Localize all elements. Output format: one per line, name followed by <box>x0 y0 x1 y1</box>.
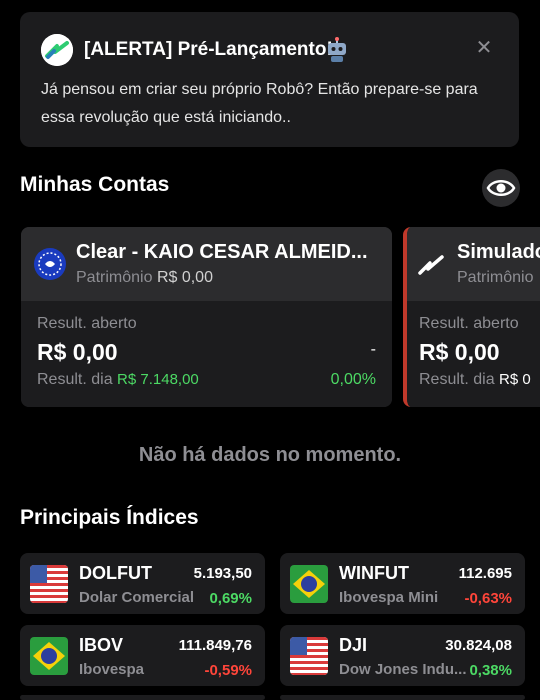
patrimonio-label: Patrimônio <box>457 269 534 286</box>
index-change: -0,63% <box>464 590 512 607</box>
index-card-dji[interactable]: DJI 30.824,08 Dow Jones Indu... 0,38% <box>280 625 525 686</box>
usa-flag-icon <box>290 637 328 675</box>
close-icon[interactable]: ✕ <box>472 36 496 60</box>
index-price: 112.695 <box>458 565 512 582</box>
index-name: Ibovespa <box>79 661 145 678</box>
index-price: 5.193,50 <box>193 565 252 582</box>
index-change: -0,59% <box>204 662 252 679</box>
result-dia-pct: 0,00% <box>330 371 376 388</box>
index-card-winfut[interactable]: WINFUT 112.695 Ibovespa Mini -0,63% <box>280 553 525 614</box>
index-name: Dolar Comercial <box>79 589 195 606</box>
broker-logo-icon <box>34 248 66 280</box>
indices-section-title: Principais Índices <box>20 506 199 529</box>
index-card-partial[interactable] <box>20 695 265 700</box>
visibility-toggle-button[interactable] <box>482 169 520 207</box>
index-change: 0,69% <box>209 590 252 607</box>
index-card-partial[interactable] <box>280 695 525 700</box>
account-card-header: Simulado Patrimônio <box>407 227 540 301</box>
alert-message: Já pensou em criar seu próprio Robô? Ent… <box>41 76 511 132</box>
result-aberto-value: R$ 0,00 <box>37 339 118 365</box>
account-name: Clear - KAIO CESAR ALMEID... <box>76 241 368 263</box>
index-change: 0,38% <box>469 662 512 679</box>
app-logo-icon <box>41 34 73 66</box>
simulado-logo-icon <box>418 255 444 275</box>
result-aberto-value: R$ 0,00 <box>419 339 500 365</box>
alert-banner[interactable]: [ALERTA] Pré-Lançamento! ✕ Já pensou em … <box>20 12 519 147</box>
account-card-body: Result. aberto R$ 0,00 - Result. dia R$ … <box>21 301 392 407</box>
index-symbol: WINFUT <box>339 563 409 583</box>
robot-icon <box>328 37 346 62</box>
account-card-simulado[interactable]: Simulado Patrimônio Result. aberto R$ 0,… <box>403 227 540 407</box>
result-dia-label: Result. dia <box>37 371 113 388</box>
result-dia: Result. dia R$ 7.148,00 <box>37 371 199 389</box>
alert-message-line1: Já pensou em criar seu próprio Robô? Ent… <box>41 81 478 98</box>
account-card-header: Clear - KAIO CESAR ALMEID... Patrimônio … <box>21 227 392 301</box>
account-name: Simulado <box>457 241 540 263</box>
index-price: 111.849,76 <box>178 637 252 654</box>
account-card-clear[interactable]: Clear - KAIO CESAR ALMEID... Patrimônio … <box>21 227 392 407</box>
alert-message-line2: essa revolução que está iniciando.. <box>41 109 291 126</box>
result-dia-label: Result. dia <box>419 371 495 388</box>
result-dia-value: R$ 7.148,00 <box>117 371 199 388</box>
index-symbol: DJI <box>339 635 368 655</box>
result-dia: Result. dia R$ 0 <box>419 371 531 389</box>
account-card-body: Result. aberto R$ 0,00 Result. dia R$ 0 <box>407 301 540 407</box>
index-card-dolfut[interactable]: DOLFUT 5.193,50 Dolar Comercial 0,69% <box>20 553 265 614</box>
index-symbol: DOLFUT <box>79 563 152 583</box>
eye-icon <box>486 180 516 196</box>
alert-title: [ALERTA] Pré-Lançamento! <box>84 39 333 60</box>
index-price: 30.824,08 <box>445 637 512 654</box>
index-name: Dow Jones Indu... <box>339 661 467 678</box>
index-name: Ibovespa Mini <box>339 589 439 606</box>
account-patrimonio: Patrimônio R$ 0,00 <box>76 269 213 287</box>
patrimonio-value: R$ 0,00 <box>156 269 213 286</box>
patrimonio-label: Patrimônio <box>76 269 153 286</box>
empty-state-message: Não há dados no momento. <box>138 444 402 466</box>
result-aberto-label: Result. aberto <box>419 315 519 332</box>
usa-flag-icon <box>30 565 68 603</box>
brazil-flag-icon <box>290 565 328 603</box>
brazil-flag-icon <box>30 637 68 675</box>
index-card-ibov[interactable]: IBOV 111.849,76 Ibovespa -0,59% <box>20 625 265 686</box>
result-dia-value: R$ 0 <box>499 371 531 388</box>
index-symbol: IBOV <box>79 635 124 655</box>
result-aberto-label: Result. aberto <box>37 315 137 332</box>
result-aberto-extra: - <box>370 341 376 358</box>
accounts-section-title: Minhas Contas <box>20 173 170 196</box>
